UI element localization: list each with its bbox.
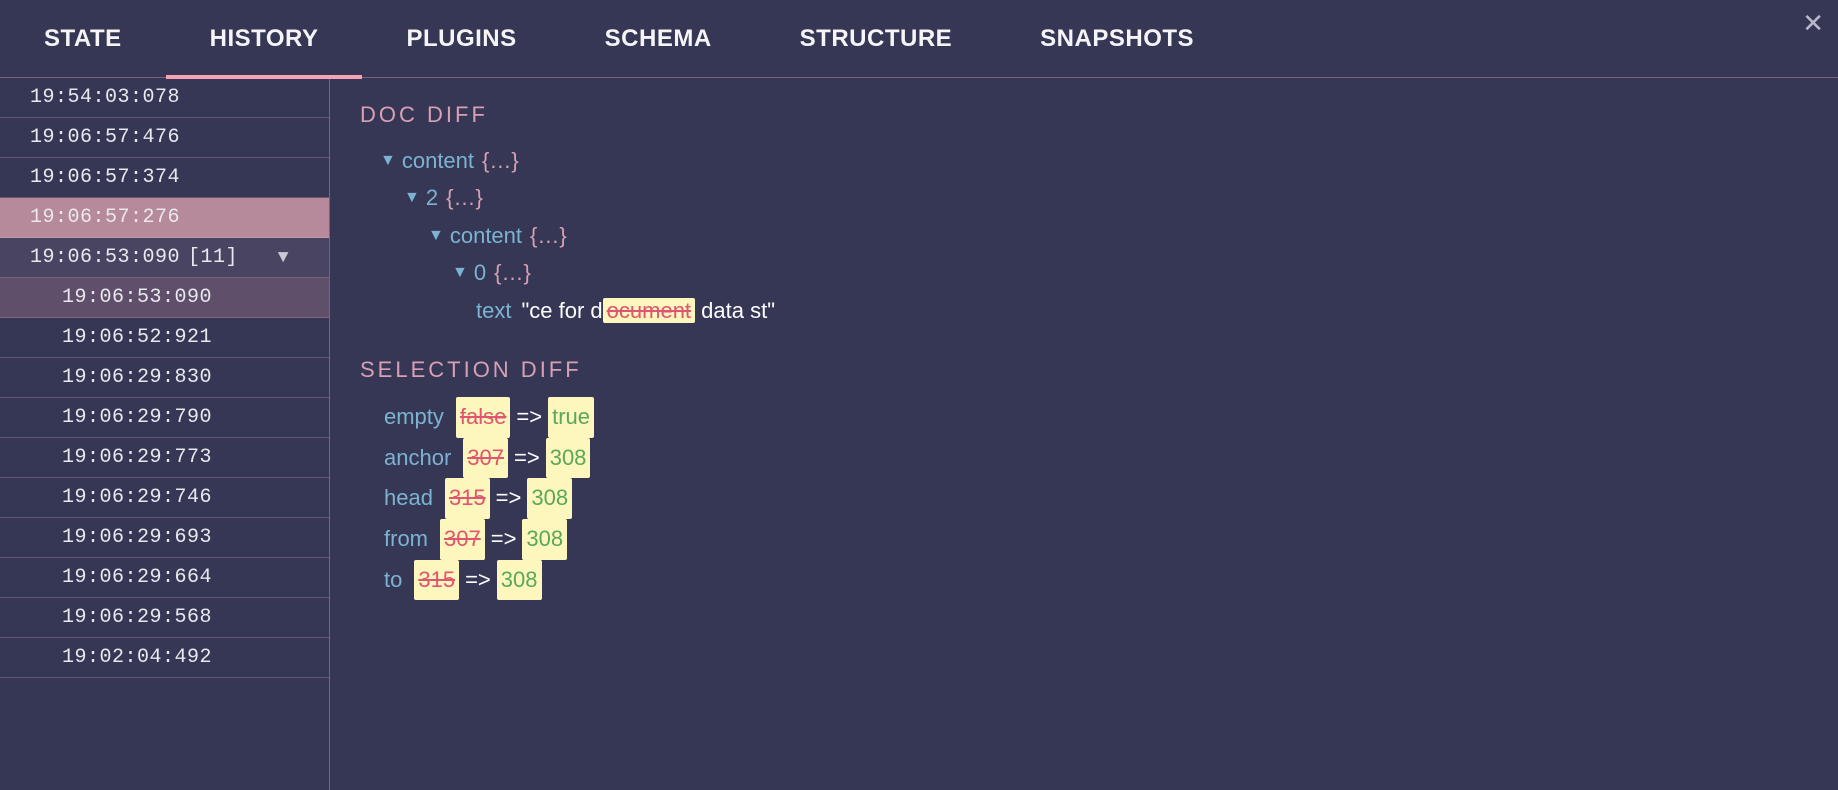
text-prefix: "ce for d	[521, 298, 602, 323]
history-timestamp: 19:06:29:664	[62, 566, 212, 589]
tree-key: content	[450, 217, 522, 254]
history-item[interactable]: 19:06:29:664	[0, 558, 329, 598]
text-suffix: data st"	[695, 298, 775, 323]
caret-down-icon[interactable]: ▼	[452, 259, 468, 286]
diff-from: false	[456, 397, 510, 438]
history-item[interactable]: 19:02:04:492	[0, 638, 329, 678]
history-item[interactable]: 19:06:29:746	[0, 478, 329, 518]
tree-node-content-inner[interactable]: ▼ content {…}	[360, 217, 1808, 254]
history-timestamp: 19:06:29:746	[62, 486, 212, 509]
history-item[interactable]: 19:06:53:090 [11] ▼	[0, 238, 329, 278]
main: 19:54:03:078 19:06:57:476 19:06:57:374 19:0…	[0, 78, 1838, 790]
history-timestamp: 19:06:53:090	[62, 286, 212, 309]
chevron-down-icon[interactable]: ▼	[278, 248, 289, 268]
tab-snapshots[interactable]: SNAPSHOTS	[996, 0, 1238, 78]
tabs-bar: STATE HISTORY PLUGINS SCHEMA STRUCTURE S…	[0, 0, 1838, 78]
history-timestamp: 19:06:57:374	[30, 166, 180, 189]
text-removed: ocument	[603, 298, 695, 323]
history-item[interactable]: 19:06:57:276	[0, 198, 329, 238]
tab-history[interactable]: HISTORY	[166, 0, 363, 78]
selection-diff-row: head 315=>308	[360, 478, 1808, 519]
tab-schema[interactable]: SCHEMA	[561, 0, 756, 78]
history-item[interactable]: 19:06:29:693	[0, 518, 329, 558]
tab-plugins[interactable]: PLUGINS	[362, 0, 560, 78]
tree-node-2[interactable]: ▼ 2 {…}	[360, 179, 1808, 216]
history-item[interactable]: 19:06:29:773	[0, 438, 329, 478]
history-item[interactable]: 19:06:29:790	[0, 398, 329, 438]
history-timestamp: 19:06:29:773	[62, 446, 212, 469]
arrow-icon: =>	[465, 560, 491, 601]
history-timestamp: 19:06:29:693	[62, 526, 212, 549]
diff-key: empty	[384, 397, 444, 438]
tree-node-text: text "ce for document data st"	[360, 292, 1808, 329]
selection-diff-row: anchor 307=>308	[360, 438, 1808, 479]
history-item[interactable]: 19:06:57:476	[0, 118, 329, 158]
doc-diff-title: DOC DIFF	[360, 102, 1808, 128]
tree-node-content[interactable]: ▼ content {…}	[360, 142, 1808, 179]
history-timestamp: 19:06:29:568	[62, 606, 212, 629]
text-diff-value: "ce for document data st"	[521, 292, 775, 329]
tree-key: 0	[474, 254, 486, 291]
diff-from: 315	[445, 478, 490, 519]
content-panel: DOC DIFF ▼ content {…} ▼ 2 {…} ▼ content…	[330, 78, 1838, 790]
history-timestamp: 19:54:03:078	[30, 86, 180, 109]
diff-from: 307	[463, 438, 508, 479]
diff-to: 308	[522, 519, 567, 560]
tab-structure[interactable]: STRUCTURE	[756, 0, 997, 78]
tree-node-0[interactable]: ▼ 0 {…}	[360, 254, 1808, 291]
history-timestamp: 19:06:52:921	[62, 326, 212, 349]
history-item[interactable]: 19:06:29:568	[0, 598, 329, 638]
diff-key: head	[384, 478, 433, 519]
tree-key: text	[476, 292, 511, 329]
selection-diff-title: SELECTION DIFF	[360, 357, 1808, 383]
history-item[interactable]: 19:54:03:078	[0, 78, 329, 118]
diff-key: from	[384, 519, 428, 560]
diff-from: 307	[440, 519, 485, 560]
tree-braces: {…}	[482, 142, 519, 179]
selection-diff-row: to 315=>308	[360, 560, 1808, 601]
tree-key: content	[402, 142, 474, 179]
history-timestamp: 19:06:53:090	[30, 246, 180, 269]
history-item[interactable]: 19:06:57:374	[0, 158, 329, 198]
diff-from: 315	[414, 560, 459, 601]
history-item[interactable]: 19:06:29:830	[0, 358, 329, 398]
history-item[interactable]: 19:06:52:921	[0, 318, 329, 358]
history-item[interactable]: 19:06:53:090	[0, 278, 329, 318]
selection-diff-row: from 307=>308	[360, 519, 1808, 560]
history-timestamp: 19:06:29:830	[62, 366, 212, 389]
history-timestamp: 19:06:29:790	[62, 406, 212, 429]
tree-key: 2	[426, 179, 438, 216]
caret-down-icon[interactable]: ▼	[428, 222, 444, 249]
selection-diff-row: empty false=>true	[360, 397, 1808, 438]
tab-state[interactable]: STATE	[0, 0, 166, 78]
tree-braces: {…}	[446, 179, 483, 216]
diff-to: true	[548, 397, 594, 438]
history-timestamp: 19:06:57:276	[30, 206, 180, 229]
tree-braces: {…}	[530, 217, 567, 254]
caret-down-icon[interactable]: ▼	[404, 184, 420, 211]
history-badge: [11]	[188, 246, 238, 269]
caret-down-icon[interactable]: ▼	[380, 147, 396, 174]
arrow-icon: =>	[516, 397, 542, 438]
diff-key: to	[384, 560, 402, 601]
diff-to: 308	[497, 560, 542, 601]
diff-key: anchor	[384, 438, 451, 479]
arrow-icon: =>	[514, 438, 540, 479]
diff-to: 308	[546, 438, 591, 479]
history-sidebar[interactable]: 19:54:03:078 19:06:57:476 19:06:57:374 19:0…	[0, 78, 330, 790]
tree-braces: {…}	[494, 254, 531, 291]
history-timestamp: 19:06:57:476	[30, 126, 180, 149]
arrow-icon: =>	[496, 478, 522, 519]
diff-to: 308	[527, 478, 572, 519]
arrow-icon: =>	[491, 519, 517, 560]
close-icon[interactable]: ✕	[1802, 10, 1824, 36]
history-timestamp: 19:02:04:492	[62, 646, 212, 669]
